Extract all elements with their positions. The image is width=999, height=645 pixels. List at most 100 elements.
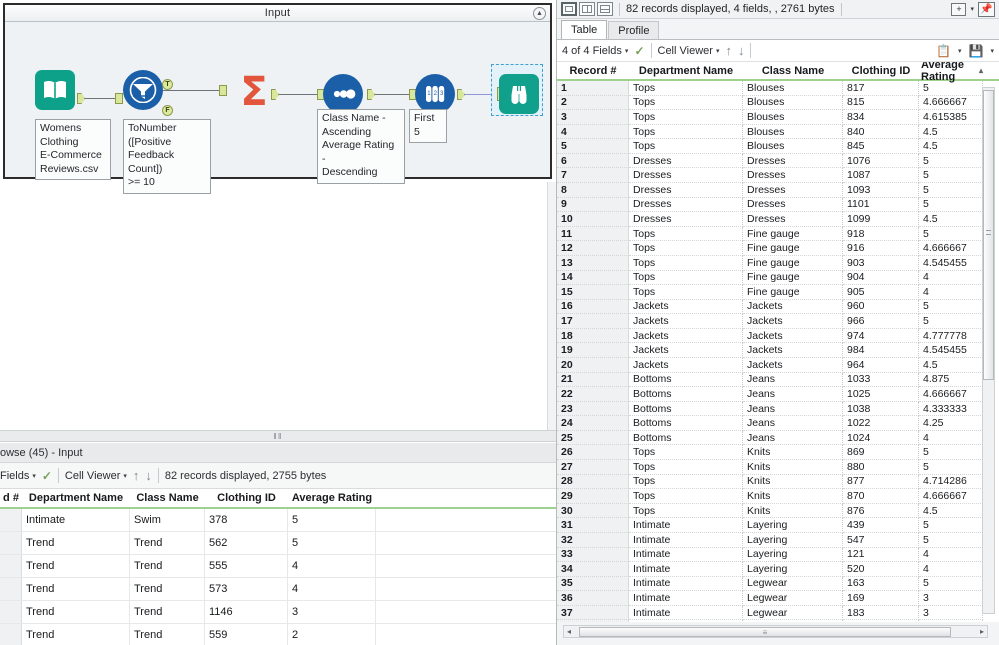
table-row[interactable]: 32 Intimate Layering 547 5 <box>557 532 999 548</box>
table-cell[interactable]: 10 <box>557 212 629 227</box>
table-cell[interactable]: 30 <box>557 503 629 519</box>
table-row[interactable]: 29 Tops Knits 870 4.666667 <box>557 489 999 504</box>
column-header[interactable]: Record # <box>557 62 629 79</box>
table-cell[interactable]: 4.5 <box>919 357 983 373</box>
results-horizontal-scrollbar[interactable]: ◂ ≡ ▸ <box>563 625 988 638</box>
table-row[interactable]: 26 Tops Knits 869 5 <box>557 445 999 461</box>
table-cell[interactable]: Intimate <box>629 562 743 577</box>
table-cell[interactable]: Trend <box>22 601 130 623</box>
column-header[interactable]: Class Name <box>743 62 843 79</box>
table-cell[interactable]: Fine gauge <box>743 255 843 271</box>
table-cell[interactable]: 916 <box>843 241 919 256</box>
table-cell[interactable]: 378 <box>205 509 288 531</box>
table-cell[interactable] <box>0 624 22 645</box>
table-cell[interactable] <box>0 578 22 600</box>
table-cell[interactable]: Dresses <box>629 168 743 184</box>
table-cell[interactable]: 183 <box>843 605 919 621</box>
table-cell[interactable]: Knits <box>743 474 843 490</box>
table-cell[interactable]: 1025 <box>843 387 919 402</box>
view-split-horizontal-icon[interactable] <box>597 2 613 16</box>
port-input-filter[interactable] <box>115 93 123 104</box>
table-cell[interactable]: 32 <box>557 532 629 548</box>
table-row[interactable]: 27 Tops Knits 880 5 <box>557 460 999 475</box>
table-cell[interactable]: Jackets <box>629 343 743 358</box>
table-cell[interactable]: 4 <box>288 555 376 577</box>
table-cell[interactable]: 5 <box>919 445 983 461</box>
table-cell[interactable]: 5 <box>919 153 983 169</box>
table-cell[interactable]: 25 <box>557 430 629 446</box>
table-cell[interactable]: 5 <box>919 576 983 592</box>
table-cell[interactable]: Trend <box>130 555 205 577</box>
table-row[interactable]: 6 Dresses Dresses 1076 5 <box>557 153 999 169</box>
table-row[interactable]: Trend Trend 573 4 <box>0 578 556 601</box>
node-summarize[interactable]: Σ <box>233 72 275 112</box>
column-header[interactable]: d # <box>0 489 22 507</box>
table-cell[interactable]: 1099 <box>843 212 919 227</box>
table-cell[interactable]: 4 <box>288 578 376 600</box>
table-cell[interactable]: 35 <box>557 576 629 592</box>
results-vertical-scrollbar[interactable] <box>982 87 995 614</box>
table-row[interactable]: 36 Intimate Legwear 169 3 <box>557 591 999 606</box>
table-cell[interactable]: Intimate <box>629 532 743 548</box>
canvas-vertical-scrollbar[interactable] <box>547 182 556 430</box>
table-cell[interactable]: 877 <box>843 474 919 490</box>
port-output-sample[interactable] <box>457 89 465 100</box>
table-cell[interactable]: Trend <box>130 624 205 645</box>
table-cell[interactable]: 163 <box>843 576 919 592</box>
table-cell[interactable]: Intimate <box>22 509 130 531</box>
table-cell[interactable]: 38 <box>557 620 629 622</box>
table-cell[interactable]: 4.333333 <box>919 401 983 417</box>
table-cell[interactable]: Dresses <box>743 197 843 213</box>
table-cell[interactable]: Dresses <box>743 168 843 184</box>
table-cell[interactable]: 4.714286 <box>919 474 983 490</box>
table-cell[interactable]: Trend <box>130 578 205 600</box>
table-row[interactable]: 20 Jackets Jackets 964 4.5 <box>557 357 999 373</box>
table-cell[interactable]: 5 <box>919 183 983 198</box>
table-cell[interactable] <box>0 532 22 554</box>
table-cell[interactable]: Fine gauge <box>743 270 843 286</box>
table-cell[interactable]: 4 <box>919 285 983 300</box>
table-cell[interactable]: Jackets <box>629 357 743 373</box>
table-cell[interactable]: Legwear <box>743 591 843 606</box>
arrow-down-icon[interactable]: ↓ <box>738 43 745 58</box>
tab-table[interactable]: Table <box>561 20 608 39</box>
column-header[interactable]: Department Name <box>629 62 743 79</box>
table-row[interactable]: Trend Trend 1146 3 <box>0 601 556 624</box>
table-cell[interactable]: 870 <box>843 489 919 504</box>
table-row[interactable]: 14 Tops Fine gauge 904 4 <box>557 270 999 286</box>
table-cell[interactable]: Tops <box>629 285 743 300</box>
chevron-down-icon[interactable]: ▾ <box>958 47 962 55</box>
table-cell[interactable]: Tops <box>629 95 743 111</box>
table-cell[interactable]: Jackets <box>629 299 743 315</box>
table-cell[interactable]: 169 <box>843 591 919 606</box>
table-row[interactable]: 2 Tops Blouses 815 4.666667 <box>557 95 999 111</box>
table-cell[interactable]: 573 <box>205 578 288 600</box>
table-cell[interactable]: Dresses <box>629 212 743 227</box>
table-row[interactable]: 1 Tops Blouses 817 5 <box>557 81 999 96</box>
table-cell[interactable]: Tops <box>629 445 743 461</box>
table-row[interactable]: 17 Jackets Jackets 966 5 <box>557 314 999 329</box>
table-cell[interactable]: 7 <box>557 168 629 184</box>
table-cell[interactable]: Fine gauge <box>743 241 843 256</box>
table-cell[interactable]: 845 <box>843 139 919 154</box>
table-cell[interactable]: 817 <box>843 81 919 96</box>
table-cell[interactable]: Legwear <box>743 605 843 621</box>
table-cell[interactable]: Tops <box>629 110 743 125</box>
table-cell[interactable]: 918 <box>843 226 919 242</box>
table-cell[interactable]: 27 <box>557 460 629 475</box>
table-cell[interactable]: 19 <box>557 343 629 358</box>
table-cell[interactable]: Intimate <box>629 591 743 606</box>
table-cell[interactable]: Intimate <box>629 547 743 563</box>
column-header[interactable]: Clothing ID <box>205 489 288 507</box>
table-cell[interactable]: 4.666667 <box>919 489 983 504</box>
table-cell[interactable]: 16 <box>557 299 629 315</box>
fields-selector[interactable]: Fields ▾ <box>0 470 36 482</box>
table-cell[interactable]: 4.666667 <box>919 95 983 111</box>
table-row[interactable]: 10 Dresses Dresses 1099 4.5 <box>557 212 999 227</box>
node-sample[interactable]: 1 2 3 <box>415 74 455 114</box>
table-cell[interactable]: Dresses <box>629 183 743 198</box>
table-cell[interactable]: Layering <box>743 532 843 548</box>
table-cell[interactable]: 4.875 <box>919 372 983 388</box>
table-cell[interactable]: Intimate <box>629 605 743 621</box>
table-cell[interactable]: 20 <box>557 357 629 373</box>
